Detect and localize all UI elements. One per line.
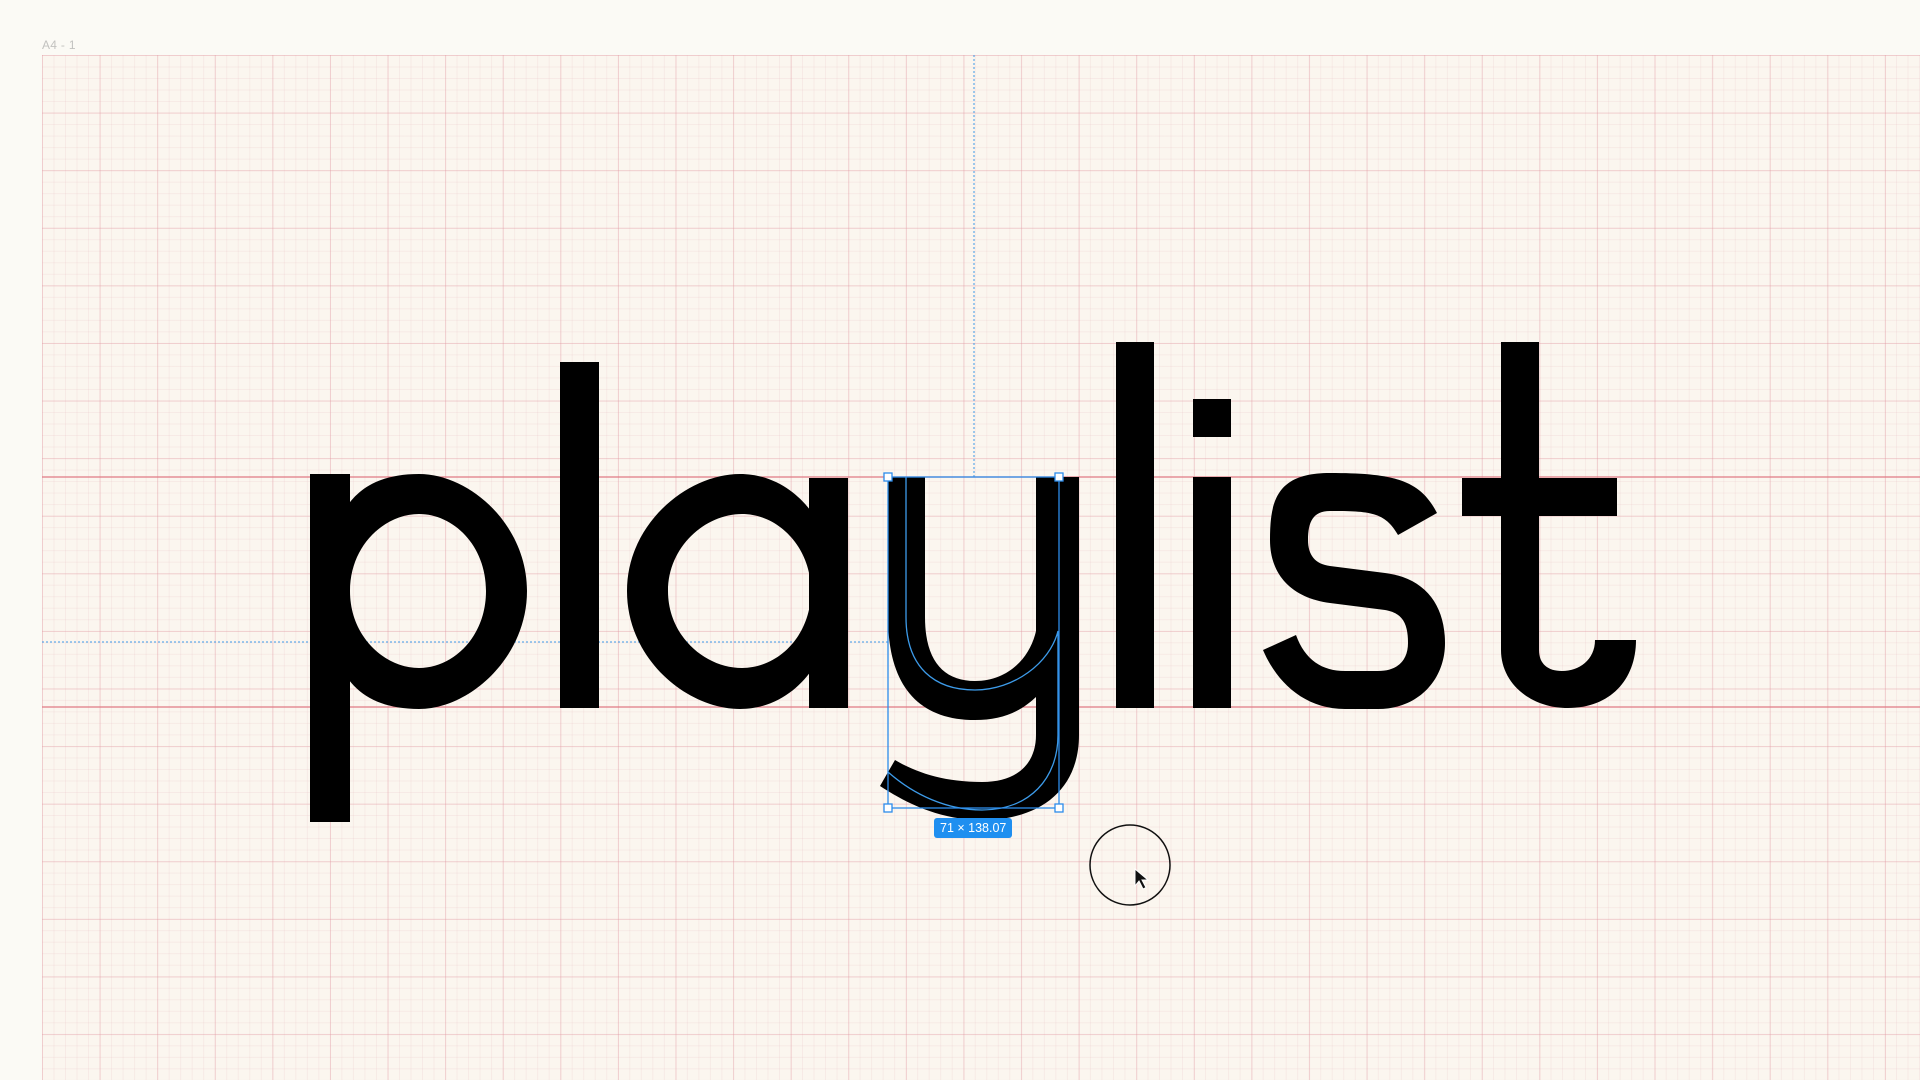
cursor <box>1089 824 1171 906</box>
resize-handle-top-left[interactable] <box>883 472 893 482</box>
glyph-t[interactable] <box>1462 342 1636 708</box>
glyph-a[interactable] <box>627 474 848 709</box>
resize-handle-top-right[interactable] <box>1054 472 1064 482</box>
glyph-l-second[interactable] <box>1116 342 1154 708</box>
glyph-p[interactable] <box>310 474 527 822</box>
design-canvas[interactable]: A4 - 1 71 × 138.07 <box>0 0 1920 1080</box>
glyph-y[interactable] <box>880 477 1079 820</box>
click-indicator-icon <box>1089 824 1171 906</box>
glyph-s[interactable] <box>1263 473 1445 709</box>
canvas-layer <box>42 55 1920 822</box>
arrow-pointer-icon <box>1134 867 1150 890</box>
resize-handle-bottom-left[interactable] <box>883 803 893 813</box>
selection-size-badge: 71 × 138.07 <box>934 818 1013 838</box>
wordmark <box>310 342 1636 822</box>
glyph-i[interactable] <box>1193 399 1231 708</box>
resize-handle-bottom-right[interactable] <box>1054 803 1064 813</box>
glyph-l[interactable] <box>560 362 599 708</box>
